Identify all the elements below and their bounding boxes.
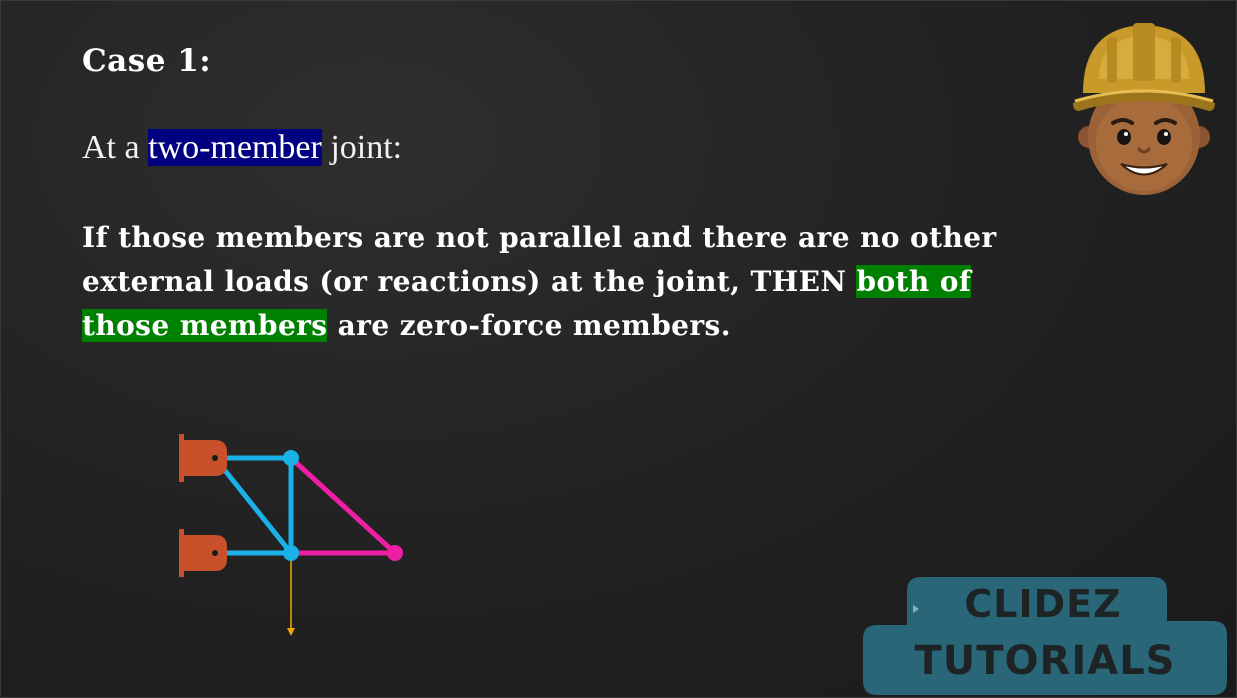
slide: Case 1: At a two-member joint: If those …: [0, 0, 1237, 698]
joint-statement-prefix: At a: [82, 129, 149, 166]
member-diagonal-left: [220, 465, 294, 556]
two-member-highlight: two-member: [148, 129, 322, 166]
pin-support-icon: [179, 434, 227, 482]
downward-arrow-icon: [287, 561, 295, 636]
joint-statement: At a two-member joint:: [82, 129, 402, 167]
member-zero-force-diagonal: [288, 455, 398, 556]
truss-diagram: [179, 434, 403, 636]
rule-line-2: external loads (or reactions) at the joi…: [82, 265, 857, 298]
rule-line-1: If those members are not parallel and th…: [82, 221, 997, 254]
pin-support-icon: [179, 529, 227, 577]
joint-statement-suffix: joint:: [321, 129, 403, 166]
rule-suffix: are zero-force members.: [327, 309, 731, 342]
logo-line-1: CLIDEZ: [964, 582, 1121, 626]
case-heading: Case 1:: [82, 43, 212, 79]
worker-hardhat-icon: [1073, 23, 1215, 195]
rule-highlight-2: those members: [82, 309, 328, 342]
rule-highlight-1: both of: [856, 265, 972, 298]
logo-line-2: TUTORIALS: [915, 638, 1176, 684]
clidez-tutorials-logo: CLIDEZ TUTORIALS: [863, 577, 1227, 695]
joint-two-member: [387, 545, 403, 561]
joint-top: [283, 450, 299, 466]
joint-bottom: [283, 545, 299, 561]
zero-force-rule: If those members are not parallel and th…: [82, 216, 1122, 348]
